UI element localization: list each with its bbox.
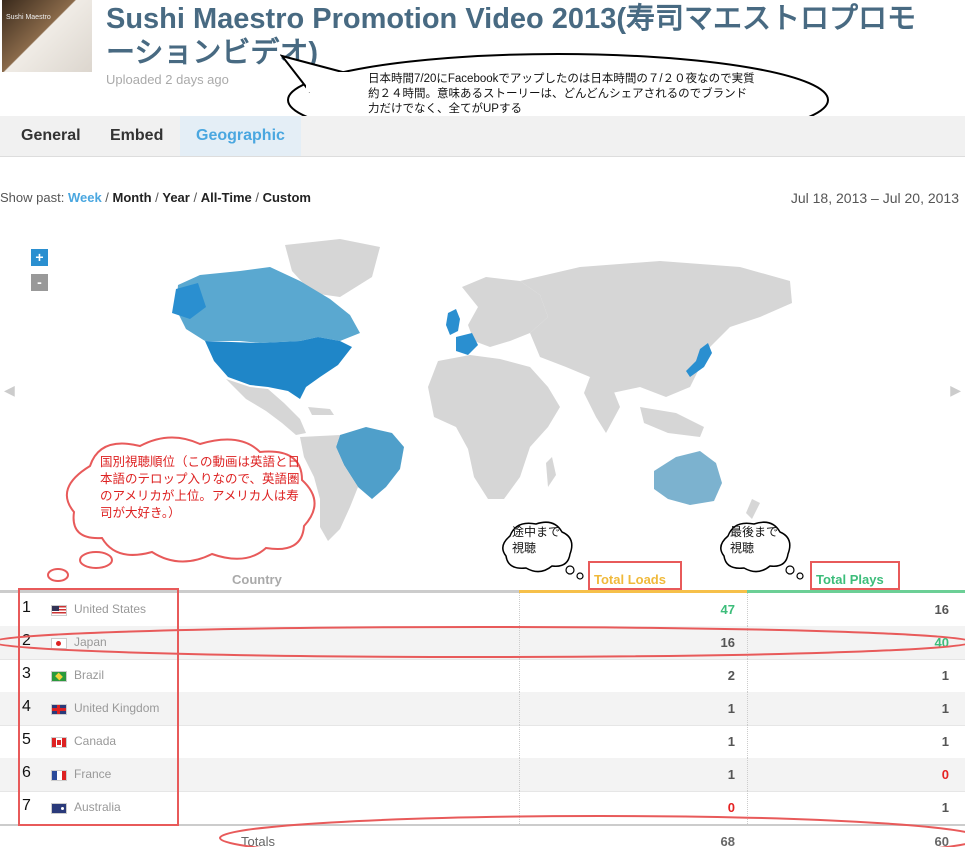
filter-year[interactable]: Year: [162, 190, 189, 205]
loads-header-highlight-box: [588, 561, 682, 590]
tab-bar: General Embed Geographic: [0, 116, 965, 157]
map-left-arrow-icon[interactable]: ◀: [4, 382, 15, 399]
southeast-asia-shape: [640, 407, 704, 437]
map-right-arrow-icon[interactable]: ▶: [950, 382, 961, 399]
africa-shape: [428, 355, 560, 499]
time-filter: Show past: Week / Month / Year / All-Tim…: [0, 190, 311, 205]
column-header-country[interactable]: Country: [232, 572, 282, 587]
filter-custom[interactable]: Custom: [263, 190, 311, 205]
thumbnail-caption: Sushi Maestro: [6, 14, 51, 21]
upload-date: Uploaded 2 days ago: [106, 72, 229, 87]
filter-month[interactable]: Month: [113, 190, 152, 205]
total-loads-value: 47: [720, 602, 735, 617]
uk-shape[interactable]: [446, 309, 460, 335]
tab-general[interactable]: General: [5, 116, 97, 156]
zoom-in-button[interactable]: +: [31, 249, 48, 266]
cloud-bubble-text: 国別視聴順位（この動画は英語と日本語のテロップ入りなので、英語圏のアメリカが上位…: [100, 455, 301, 520]
australia-shape[interactable]: [654, 451, 722, 505]
filter-week[interactable]: Week: [68, 190, 102, 205]
filter-all-time[interactable]: All-Time: [201, 190, 252, 205]
video-thumbnail: Sushi Maestro: [2, 0, 92, 72]
annotation-ovals: [0, 626, 965, 847]
loads-note: 途中まで視聴: [512, 525, 561, 555]
speech-bubble-text: 日本時間7/20にFacebookでアップしたのは日本時間の７/２０夜なので実質…: [368, 73, 755, 115]
tab-geographic[interactable]: Geographic: [180, 116, 301, 156]
caribbean-shape: [308, 407, 334, 415]
time-filter-label: Show past:: [0, 190, 65, 205]
asia-shape: [520, 261, 792, 397]
date-range: Jul 18, 2013 – Jul 20, 2013: [790, 190, 959, 206]
plays-header-highlight-box: [810, 561, 900, 590]
total-plays-value: 16: [934, 602, 949, 617]
tab-embed[interactable]: Embed: [94, 116, 179, 156]
plays-note: 最後まで視聴: [730, 525, 779, 555]
zoom-out-button[interactable]: -: [31, 274, 48, 291]
madagascar-shape: [546, 457, 556, 487]
usa-shape[interactable]: [205, 337, 352, 399]
